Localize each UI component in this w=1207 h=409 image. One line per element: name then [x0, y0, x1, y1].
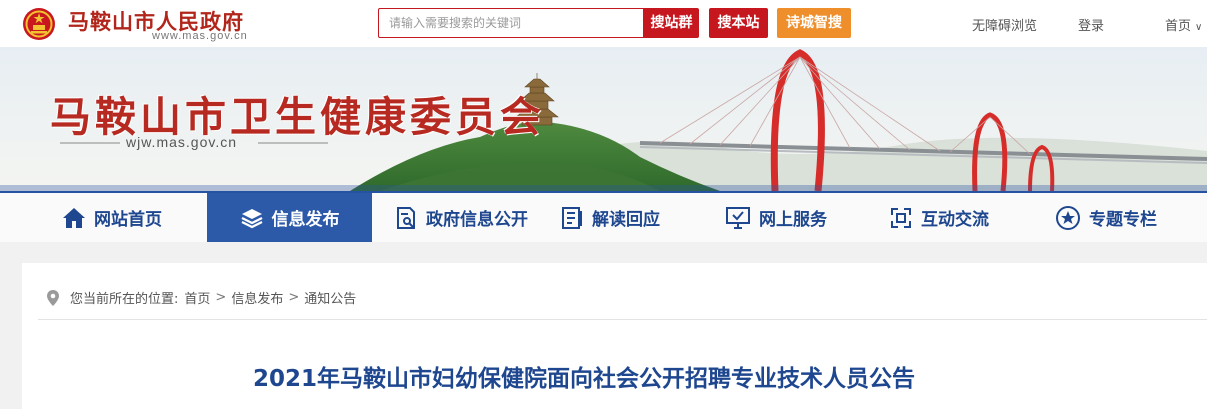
location-pin-icon [47, 289, 59, 306]
breadcrumb: 您当前所在的位置: 首页 > 信息发布 > 通知公告 [46, 288, 356, 307]
star-circle-icon [1056, 205, 1080, 230]
home-link-label: 首页 [1165, 19, 1192, 34]
department-url: wjw.mas.gov.cn [126, 134, 237, 150]
document-search-icon [397, 206, 415, 229]
divider [38, 319, 1207, 320]
search-site-group-button[interactable]: 搜站群 [644, 8, 699, 38]
main-nav: 网站首页 信息发布 政府信息公开 解读回应 网上服务 互动交流 专题专栏 [0, 191, 1207, 242]
nav-item-interaction[interactable]: 互动交流 [889, 193, 989, 242]
top-bar: 马鞍山市人民政府 www.mas.gov.cn 搜站群 搜本站 诗城智搜 无障碍… [0, 0, 1207, 47]
breadcrumb-separator: > [215, 290, 227, 305]
nav-item-label: 网上服务 [759, 210, 827, 230]
nav-item-home[interactable]: 网站首页 [62, 193, 162, 242]
chevron-down-icon: ∨ [1195, 22, 1203, 33]
nav-item-label: 解读回应 [592, 210, 660, 230]
site-url: www.mas.gov.cn [152, 30, 248, 42]
department-title: 马鞍山市卫生健康委员会 [50, 93, 545, 141]
home-icon [63, 207, 85, 228]
search-input[interactable] [379, 9, 639, 37]
content-panel: 您当前所在的位置: 首页 > 信息发布 > 通知公告 2021年马鞍山市妇幼保健… [22, 263, 1207, 409]
nav-item-label: 互动交流 [921, 210, 989, 230]
nav-item-info-release[interactable]: 信息发布 [207, 193, 372, 242]
breadcrumb-prefix: 您当前所在的位置: [70, 292, 179, 307]
breadcrumb-notices[interactable]: 通知公告 [304, 288, 356, 307]
smart-search-button[interactable]: 诗城智搜 [777, 8, 851, 38]
exchange-icon [891, 207, 911, 228]
breadcrumb-info-release[interactable]: 信息发布 [231, 288, 283, 307]
nav-item-label: 网站首页 [94, 210, 162, 230]
breadcrumb-home[interactable]: 首页 [184, 288, 210, 307]
monitor-check-icon [726, 206, 750, 229]
article-title: 2021年马鞍山市妇幼保健院面向社会公开招聘专业技术人员公告 [253, 366, 916, 392]
url-right-rule [258, 142, 328, 144]
nav-item-label: 专题专栏 [1089, 210, 1157, 230]
url-left-rule [60, 142, 120, 144]
search-box [378, 8, 644, 38]
search-this-site-button[interactable]: 搜本站 [709, 8, 768, 38]
national-emblem-icon [23, 8, 55, 40]
breadcrumb-separator: > [288, 290, 300, 305]
home-dropdown[interactable]: 首页 ∨ [1165, 15, 1202, 34]
nav-item-special-topics[interactable]: 专题专栏 [1055, 193, 1157, 242]
layers-icon [241, 208, 262, 228]
nav-item-gov-info-disclosure[interactable]: 政府信息公开 [394, 193, 528, 242]
accessibility-link[interactable]: 无障碍浏览 [972, 15, 1037, 34]
banner: 马鞍山市卫生健康委员会 wjw.mas.gov.cn [0, 47, 1207, 191]
nav-item-label: 政府信息公开 [426, 210, 528, 230]
login-link[interactable]: 登录 [1078, 15, 1104, 34]
nav-item-interpretation[interactable]: 解读回应 [560, 193, 660, 242]
nav-item-online-service[interactable]: 网上服务 [725, 193, 827, 242]
nav-item-label: 信息发布 [271, 210, 340, 230]
doc-list-icon [562, 206, 582, 229]
